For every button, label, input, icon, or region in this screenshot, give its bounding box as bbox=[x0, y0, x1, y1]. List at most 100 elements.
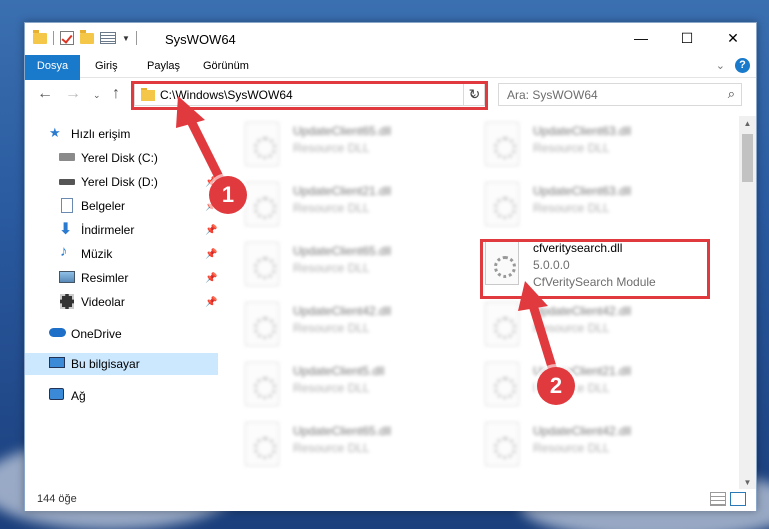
dll-file-icon bbox=[485, 362, 519, 406]
sidebar-item-documents[interactable]: Belgeler 📌 bbox=[25, 195, 218, 217]
file-name: UpdateClient42.dll bbox=[533, 304, 632, 318]
video-icon bbox=[60, 294, 74, 309]
close-button[interactable]: ✕ bbox=[710, 23, 756, 53]
details-view-icon[interactable] bbox=[710, 492, 726, 506]
list-item[interactable]: UpdateClient42.dll Resource DLL bbox=[245, 302, 445, 348]
sidebar-item-network[interactable]: Ağ bbox=[25, 385, 218, 407]
toolbar-divider bbox=[53, 31, 54, 45]
dll-file-icon bbox=[245, 302, 279, 346]
sidebar-item-label: Hızlı erişim bbox=[71, 127, 131, 141]
sidebar-item-downloads[interactable]: ⬇ İndirmeler 📌 bbox=[25, 219, 218, 241]
pictures-icon bbox=[59, 271, 75, 283]
forward-arrow-icon[interactable]: → bbox=[65, 85, 81, 103]
sidebar-item-label: OneDrive bbox=[71, 327, 122, 341]
list-item[interactable]: UpdateClient21.dll Resource DLL bbox=[245, 182, 445, 228]
list-item[interactable]: UpdateClient63.dll Resource DLL bbox=[485, 122, 685, 168]
step-2-badge: 2 bbox=[537, 367, 575, 405]
pin-icon[interactable]: 📌 bbox=[205, 225, 217, 236]
pin-icon[interactable]: 📌 bbox=[205, 297, 217, 308]
pin-icon[interactable]: 📌 bbox=[205, 273, 217, 284]
file-description: Resource DLL bbox=[293, 321, 370, 335]
customize-toolbar-arrow-icon[interactable]: ▼ bbox=[122, 34, 130, 43]
tab-view[interactable]: Görünüm bbox=[193, 55, 259, 78]
search-input[interactable]: Ara: SysWOW64 ⌕ bbox=[498, 83, 742, 106]
vertical-scrollbar[interactable]: ▲ ▼ bbox=[739, 116, 756, 491]
dll-file-icon bbox=[245, 182, 279, 226]
sidebar-item-videos[interactable]: Videolar 📌 bbox=[25, 291, 218, 313]
list-item[interactable]: UpdateClient42.dll Resource DLL bbox=[485, 422, 685, 468]
sidebar-item-quick-access[interactable]: ★ Hızlı erişim bbox=[25, 123, 218, 145]
file-name: UpdateClient21.dll bbox=[293, 184, 392, 198]
sidebar-item-disk-c[interactable]: Yerel Disk (C:) bbox=[25, 147, 218, 169]
file-name: UpdateClient63.dll bbox=[533, 184, 632, 198]
address-highlight-box bbox=[131, 81, 488, 110]
view-buttons bbox=[710, 492, 746, 506]
file-description: Resource DLL bbox=[293, 201, 370, 215]
drive-icon bbox=[59, 179, 75, 185]
computer-icon bbox=[49, 357, 65, 368]
navigation-pane: ★ Hızlı erişim Yerel Disk (C:) Yerel Dis… bbox=[25, 116, 218, 491]
dll-file-icon bbox=[485, 122, 519, 166]
step-1-badge: 1 bbox=[209, 176, 247, 214]
list-item[interactable]: UpdateClient5.dll Resource DLL bbox=[245, 362, 445, 408]
sidebar-item-music[interactable]: ♪ Müzik 📌 bbox=[25, 243, 218, 265]
sidebar-item-label: Resimler bbox=[81, 271, 129, 285]
up-arrow-icon[interactable]: ↑ bbox=[112, 85, 120, 103]
file-description: Resource DLL bbox=[293, 141, 370, 155]
list-item[interactable]: UpdateClient42.dll Resource DLL bbox=[485, 302, 685, 348]
minimize-button[interactable]: — bbox=[618, 23, 664, 53]
download-icon: ⬇ bbox=[59, 221, 73, 238]
scrollbar-thumb[interactable] bbox=[742, 134, 753, 182]
file-name: UpdateClient42.dll bbox=[293, 304, 392, 318]
file-name: UpdateClient5.dll bbox=[293, 364, 385, 378]
toolbar-divider bbox=[135, 31, 137, 45]
sidebar-item-label: Yerel Disk (D:) bbox=[81, 175, 158, 189]
properties-check-icon[interactable] bbox=[60, 31, 74, 45]
list-item[interactable]: UpdateClient21.dll Resource DLL bbox=[485, 362, 685, 408]
sidebar-item-onedrive[interactable]: OneDrive bbox=[25, 323, 218, 345]
cloud-icon bbox=[49, 328, 66, 337]
list-item[interactable]: UpdateClient65.dll Resource DLL bbox=[245, 242, 445, 288]
sidebar-item-label: Yerel Disk (C:) bbox=[81, 151, 158, 165]
large-icons-view-icon[interactable] bbox=[730, 492, 746, 506]
dll-file-icon bbox=[245, 242, 279, 286]
tab-share[interactable]: Paylaş bbox=[137, 55, 190, 78]
list-item[interactable]: UpdateClient63.dll Resource DLL bbox=[485, 182, 685, 228]
ribbon-help-area: ⌄ ? bbox=[716, 58, 750, 73]
search-icon[interactable]: ⌕ bbox=[728, 86, 735, 102]
sidebar-item-this-pc[interactable]: Bu bilgisayar bbox=[25, 353, 218, 375]
dll-file-icon bbox=[485, 302, 519, 346]
back-arrow-icon[interactable]: ← bbox=[37, 85, 53, 103]
music-icon: ♪ bbox=[60, 243, 68, 260]
recent-locations-chevron-icon[interactable]: ⌄ bbox=[93, 90, 101, 101]
expand-ribbon-chevron-icon[interactable]: ⌄ bbox=[716, 59, 725, 72]
help-icon[interactable]: ? bbox=[735, 58, 750, 73]
dll-file-icon bbox=[245, 362, 279, 406]
sidebar-item-pictures[interactable]: Resimler 📌 bbox=[25, 267, 218, 289]
dll-file-icon bbox=[485, 422, 519, 466]
network-icon bbox=[49, 388, 64, 400]
dll-file-icon bbox=[245, 422, 279, 466]
tab-home[interactable]: Giriş bbox=[85, 55, 128, 78]
sidebar-item-disk-d[interactable]: Yerel Disk (D:) 📌 bbox=[25, 171, 218, 193]
maximize-button[interactable]: ☐ bbox=[664, 23, 710, 53]
properties-icon[interactable] bbox=[100, 32, 116, 44]
file-description: Resource DLL bbox=[533, 441, 610, 455]
star-icon: ★ bbox=[49, 125, 61, 140]
file-name: UpdateClient65.dll bbox=[293, 124, 392, 138]
file-description: Resource DLL bbox=[293, 441, 370, 455]
list-item[interactable]: UpdateClient65.dll Resource DLL bbox=[245, 422, 445, 468]
explorer-window: ▼ SysWOW64 — ☐ ✕ Dosya Giriş Paylaş Görü… bbox=[24, 22, 757, 511]
window-title: SysWOW64 bbox=[165, 32, 236, 47]
file-description: Resource DLL bbox=[293, 381, 370, 395]
scroll-up-arrow-icon[interactable]: ▲ bbox=[739, 116, 756, 132]
sidebar-item-label: Müzik bbox=[81, 247, 113, 261]
window-controls: — ☐ ✕ bbox=[618, 23, 756, 53]
folder-icon bbox=[33, 29, 47, 44]
pin-icon[interactable]: 📌 bbox=[205, 249, 217, 260]
sidebar-item-label: Belgeler bbox=[81, 199, 126, 213]
title-bar: ▼ SysWOW64 — ☐ ✕ bbox=[25, 23, 756, 55]
file-name: UpdateClient63.dll bbox=[533, 124, 632, 138]
new-folder-icon[interactable] bbox=[80, 29, 94, 44]
list-item[interactable]: UpdateClient65.dll Resource DLL bbox=[245, 122, 445, 168]
